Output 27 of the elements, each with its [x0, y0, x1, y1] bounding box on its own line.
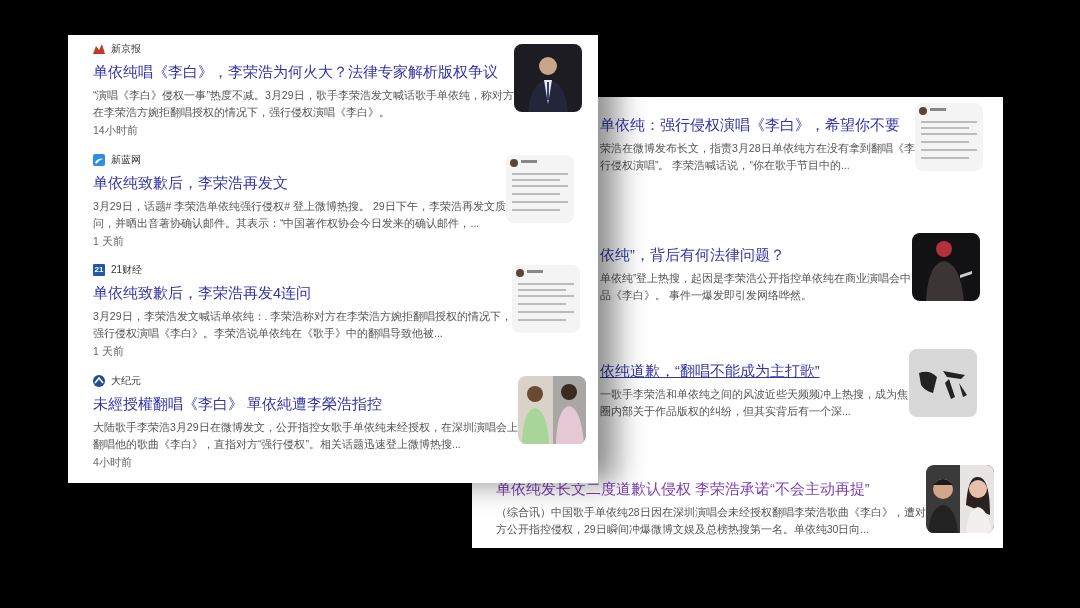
result-snippet: 3月29日，话题# 李荣浩单依纯强行侵权# 登上微博热搜。 29日下午，李荣浩再发文质 问，并晒出音著协确认邮件。其表示：“中国著作权协会今日发来的确认邮件，...: [93, 198, 506, 231]
source-name: 新京报: [111, 42, 141, 56]
source-name: 21财经: [111, 263, 143, 277]
result-snippet: “演唱《李白》侵权一事”热度不减。3月29日，歌手李荣浩发文喊话歌手单依纯，称对方 在李荣浩方婉拒翻唱授权的情况下，强行侵权演唱《李白》。: [93, 88, 514, 120]
result-time: 1 天前: [93, 234, 125, 249]
result-title[interactable]: 单依纯致歉后，李荣浩再发4连问: [93, 282, 513, 304]
result-title[interactable]: 单依纯致歉后，李荣浩再发文: [93, 171, 506, 194]
hills-icon: [93, 44, 105, 54]
source-name: 新蓝网: [111, 152, 141, 167]
result-title[interactable]: 单依纯发长文二度道歉认侵权 李荣浩承诺“不会主动再提”: [496, 478, 926, 500]
source-logo: 21: [93, 264, 105, 276]
result-time: 1 天前: [93, 345, 125, 359]
wave-icon: [93, 153, 105, 166]
result-title[interactable]: 未經授權翻唱《李白》 單依純遭李榮浩指控: [93, 392, 518, 415]
result-snippet: 3月29日，李荣浩发文喊话单依纯：. 李荣浩称对方在李荣浩方婉拒翻唱授权的情况下， 强行侵权演唱《李白》。李荣浩说单依纯在《歌手》中的翻唱导致他被...: [93, 309, 513, 341]
result-snippet: 一歌手李荣浩和单依纯之间的风波近些天频频冲上热搜，成为焦 圈内部关于作品版权的纠纷，但其实背后有一个深...: [600, 387, 908, 419]
result-time: 4小时前: [93, 455, 133, 470]
result-snippet: （综合讯）中国歌手单依纯28日因在深圳演唱会未经授权翻唱李荣浩歌曲《李白》，遭对 方公开指控侵权，29日瞬间冲爆微博文娱及总榜热搜第一名。单依纯30日向...: [496, 505, 926, 537]
result-title[interactable]: 单依纯：强行侵权演唱《李白》，希望你不要: [600, 114, 915, 136]
source-name: 大纪元: [111, 373, 141, 388]
result-title[interactable]: 依纯道歉，“翻唱不能成为主打歌”: [600, 360, 908, 382]
result-title[interactable]: 单依纯唱《李白》，李荣浩为何火大？法律专家解析版权争议: [93, 61, 514, 83]
result-snippet: 大陆歌手李荣浩3月29日在微博发文，公开指控女歌手单依纯未经授权，在深圳演唱会上 翻唱他的歌曲《李白》，直指对方“强行侵权”。相关话题迅速登上微博热搜...: [93, 419, 518, 452]
result-title[interactable]: 依纯”，背后有何法律问题？: [600, 244, 912, 266]
result-time: 14小时前: [93, 124, 139, 138]
result-snippet: 单依纯”登上热搜，起因是李荣浩公开指控单依纯在商业演唱会中 品《李白》。 事件一爆发即引发网络哗然。: [600, 271, 912, 303]
result-snippet: 荣浩在微博发布长文，指责3月28日单依纯方在没有拿到翻唱《李 行侵权演唱”。 李荣浩喊话说，“你在歌手节目中的...: [600, 141, 915, 173]
